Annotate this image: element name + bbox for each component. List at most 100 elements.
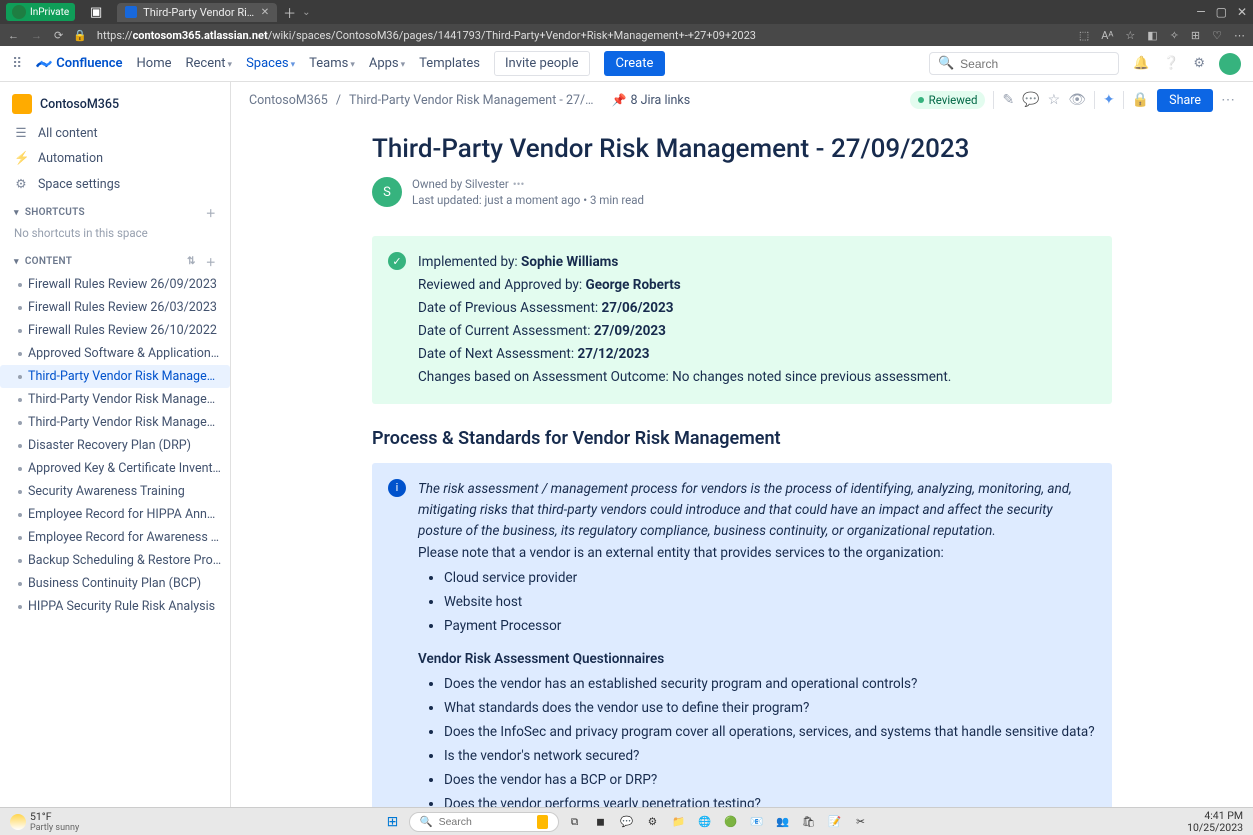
tree-item[interactable]: Firewall Rules Review 26/10/2022	[0, 319, 230, 342]
nav-apps[interactable]: Apps▾	[369, 56, 405, 71]
tree-item[interactable]: Employee Record for Awareness Training	[0, 526, 230, 549]
space-header[interactable]: ContosoM365	[0, 88, 230, 120]
tree-item[interactable]: Disaster Recovery Plan (DRP)	[0, 434, 230, 457]
tree-item[interactable]: Approved Software & Applications List	[0, 342, 230, 365]
collections-icon[interactable]: ✧	[1170, 29, 1179, 42]
list-item: Is the vendor's network secured?	[444, 746, 1096, 767]
new-tab-button[interactable]: ＋	[283, 3, 296, 22]
more-browser-icon[interactable]: ⋯	[1234, 29, 1245, 42]
breadcrumb-root[interactable]: ContosoM365	[249, 93, 328, 108]
tree-item[interactable]: Third-Party Vendor Risk Management - 27/…	[0, 365, 230, 388]
split-screen-icon[interactable]: ◧	[1147, 29, 1157, 42]
taskbar-weather[interactable]: 51°F Partly sunny	[10, 810, 79, 833]
close-tab-icon[interactable]: ✕	[261, 7, 269, 18]
more-actions-icon[interactable]: ⋯	[1221, 92, 1235, 108]
tree-item[interactable]: Security Awareness Training	[0, 480, 230, 503]
tree-item[interactable]: HIPPA Security Rule Risk Analysis	[0, 595, 230, 618]
notifications-icon[interactable]: 🔔	[1133, 56, 1149, 71]
taskbar-app-snip[interactable]: ✂	[851, 812, 871, 832]
help-icon[interactable]: ❔	[1163, 56, 1179, 71]
task-view-icon[interactable]: ⧉	[565, 812, 585, 832]
search-input[interactable]	[960, 57, 1110, 71]
nav-spaces[interactable]: Spaces▾	[246, 56, 295, 71]
minimize-button[interactable]: —	[1196, 5, 1205, 19]
taskbar-app-outlook[interactable]: 📧	[747, 812, 767, 832]
site-info-icon[interactable]: 🔒	[73, 29, 87, 42]
tree-item[interactable]: Business Continuity Plan (BCP)	[0, 572, 230, 595]
taskbar-app-chrome[interactable]: 🟢	[721, 812, 741, 832]
byline-more-icon[interactable]: •••	[513, 177, 525, 191]
start-button[interactable]: ⊞	[383, 812, 403, 832]
forward-button[interactable]: →	[31, 29, 42, 42]
owner-name[interactable]: Silvester	[465, 177, 509, 191]
ext2-icon[interactable]: ♡	[1212, 29, 1222, 42]
close-window-button[interactable]: ✕	[1237, 5, 1247, 19]
tree-item[interactable]: Approved Key & Certificate Inventory	[0, 457, 230, 480]
search-box[interactable]: 🔍	[929, 52, 1119, 75]
refresh-button[interactable]: ⟳	[54, 29, 63, 42]
profile-avatar[interactable]	[1219, 53, 1241, 75]
tree-item[interactable]: Backup Scheduling & Restore Procedure	[0, 549, 230, 572]
taskbar-app-word[interactable]: 📝	[825, 812, 845, 832]
share-button[interactable]: Share	[1157, 89, 1213, 112]
settings-icon[interactable]: ⚙	[1193, 56, 1205, 71]
taskbar-search-input[interactable]	[439, 816, 532, 828]
watch-icon[interactable]: 👁	[1068, 92, 1086, 108]
sidebar-automation[interactable]: ⚡Automation	[0, 146, 230, 171]
nav-templates[interactable]: Templates	[419, 56, 480, 71]
browser-tab-active[interactable]: Third-Party Vendor Risk Manage… ✕	[117, 3, 277, 22]
confluence-logo[interactable]: Confluence	[36, 56, 122, 72]
tree-item[interactable]: Firewall Rules Review 26/09/2023	[0, 273, 230, 296]
taskbar-app-settings[interactable]: ⚙	[643, 812, 663, 832]
read-aloud-icon[interactable]: Aᴬ	[1101, 29, 1113, 42]
sidebar-content-header[interactable]: ▾ CONTENT ⇅ ＋	[0, 246, 230, 273]
edit-icon[interactable]: ✎	[1002, 92, 1014, 108]
create-button[interactable]: Create	[604, 51, 666, 76]
sidebar-shortcuts-header[interactable]: ▾ SHORTCUTS ＋	[0, 197, 230, 224]
sidebar-all-content[interactable]: ☰All content	[0, 120, 230, 146]
add-shortcut-icon[interactable]: ＋	[206, 205, 216, 220]
page-scroll[interactable]: Third-Party Vendor Risk Management - 27/…	[231, 118, 1253, 807]
taskbar-app-store[interactable]: 🛍	[799, 812, 819, 832]
app-switcher-icon[interactable]: ⠿	[12, 56, 22, 72]
app-available-icon[interactable]: ⬚	[1079, 29, 1089, 42]
taskbar-app-chat[interactable]: 💬	[617, 812, 637, 832]
taskbar-app-edge[interactable]: 🌐	[695, 812, 715, 832]
sidebar-space-settings[interactable]: ⚙Space settings	[0, 171, 230, 197]
taskbar-app-explorer[interactable]: 📁	[669, 812, 689, 832]
tab-overview-button[interactable]: ▣	[81, 5, 111, 20]
jira-links[interactable]: 📌 8 Jira links	[612, 93, 691, 108]
status-reviewed[interactable]: Reviewed	[910, 91, 986, 109]
star-icon[interactable]: ☆	[1048, 92, 1061, 108]
tree-item[interactable]: Firewall Rules Review 26/03/2023	[0, 296, 230, 319]
maximize-button[interactable]: ▢	[1216, 5, 1227, 19]
ai-icon[interactable]: ✦	[1103, 92, 1115, 108]
tree-item[interactable]: Third-Party Vendor Risk Management - 27/…	[0, 411, 230, 434]
divider	[993, 91, 994, 109]
all-content-icon: ☰	[14, 125, 28, 141]
taskbar-clock[interactable]: 4:41 PM 10/25/2023	[1187, 810, 1243, 833]
breadcrumb-page[interactable]: Third-Party Vendor Risk Management - 27/…	[349, 93, 594, 108]
bullet-icon	[18, 398, 22, 402]
tree-item[interactable]: Third-Party Vendor Risk Management - 27/…	[0, 388, 230, 411]
back-button[interactable]: ←	[8, 29, 19, 42]
taskbar-app-teams[interactable]: 👥	[773, 812, 793, 832]
comment-icon[interactable]: 💬	[1022, 92, 1039, 108]
nav-home[interactable]: Home	[137, 56, 172, 71]
taskbar-app-1[interactable]: ◼	[591, 812, 611, 832]
author-avatar[interactable]: S	[372, 177, 402, 207]
list-item: What standards does the vendor use to de…	[444, 698, 1096, 719]
add-page-icon[interactable]: ＋	[206, 254, 216, 269]
invite-people-button[interactable]: Invite people	[494, 51, 590, 76]
filter-icon[interactable]: ⇅	[187, 256, 196, 267]
extensions-icon[interactable]: ⊞	[1191, 29, 1200, 42]
tabs-menu-button[interactable]: ⌄	[302, 7, 310, 18]
address-bar[interactable]: https://contosom365.atlassian.net/wiki/s…	[97, 29, 1069, 42]
tree-item[interactable]: Employee Record for HIPPA Annual Trainin…	[0, 503, 230, 526]
nav-recent[interactable]: Recent▾	[186, 56, 233, 71]
window-controls: — ▢ ✕	[1196, 5, 1247, 19]
lock-icon[interactable]: 🔒	[1132, 92, 1149, 108]
taskbar-search[interactable]: 🔍	[409, 812, 559, 832]
favorite-icon[interactable]: ☆	[1125, 29, 1135, 42]
nav-teams[interactable]: Teams▾	[309, 56, 355, 71]
